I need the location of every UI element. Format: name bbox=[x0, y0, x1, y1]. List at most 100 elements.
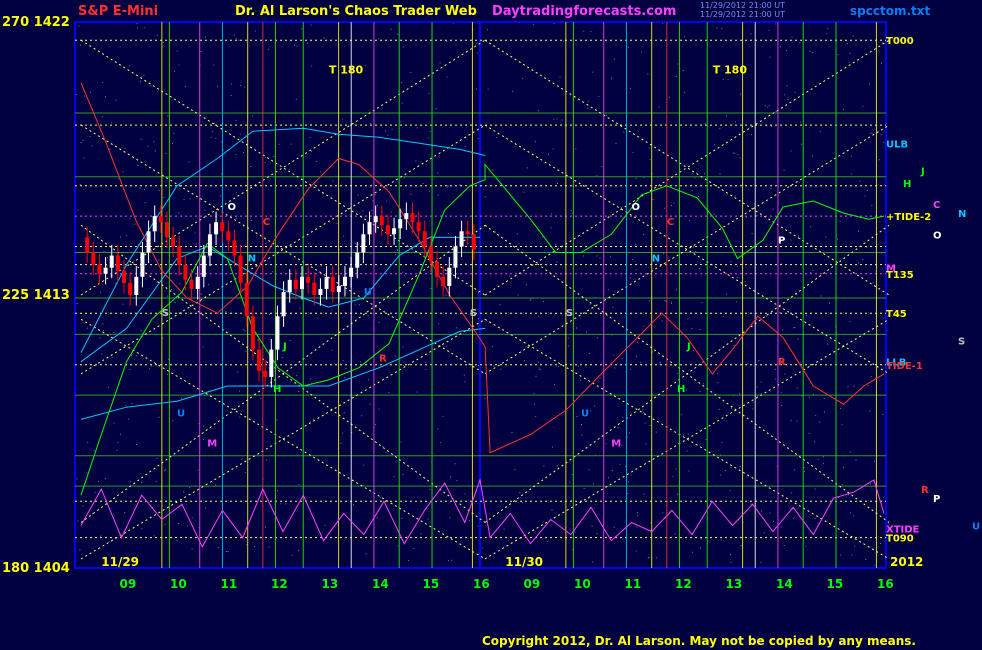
background-dot bbox=[139, 187, 141, 189]
background-dot bbox=[309, 137, 311, 138]
background-dot bbox=[176, 50, 178, 52]
background-dot bbox=[140, 330, 142, 331]
background-dot bbox=[670, 303, 672, 304]
chart-canvas: 270 1422 225 1413 180 1404 09 10 11 12 13 14 15 16… bbox=[2, 15, 980, 591]
background-dot bbox=[645, 443, 647, 445]
price-candle bbox=[379, 216, 384, 226]
background-dot bbox=[401, 82, 403, 84]
background-dot bbox=[761, 510, 762, 512]
background-dot bbox=[128, 65, 130, 67]
background-dot bbox=[141, 481, 143, 483]
background-dot bbox=[881, 63, 882, 65]
background-dot bbox=[533, 392, 535, 394]
background-dot bbox=[737, 154, 739, 156]
background-dot bbox=[107, 257, 108, 259]
background-dot bbox=[117, 178, 119, 180]
background-dot bbox=[655, 431, 657, 433]
background-dot bbox=[722, 315, 724, 317]
background-dot bbox=[788, 502, 790, 504]
background-dot bbox=[736, 301, 738, 303]
background-dot bbox=[435, 108, 437, 110]
background-dot bbox=[410, 193, 412, 195]
planet-marker-label: M bbox=[611, 439, 621, 450]
background-dot bbox=[397, 33, 399, 35]
background-dot bbox=[82, 139, 84, 141]
background-dot bbox=[555, 244, 557, 246]
background-dot bbox=[115, 99, 117, 101]
background-dot bbox=[100, 291, 102, 293]
background-dot bbox=[163, 196, 165, 198]
background-dot bbox=[174, 70, 176, 72]
background-dot bbox=[116, 449, 118, 451]
background-dot bbox=[468, 520, 470, 522]
background-dot bbox=[129, 217, 131, 219]
background-dot bbox=[464, 493, 466, 495]
background-dot bbox=[580, 379, 582, 381]
background-dot bbox=[676, 289, 678, 291]
background-dot bbox=[204, 209, 206, 211]
background-dot bbox=[397, 249, 398, 251]
background-dot bbox=[422, 183, 424, 184]
planet-marker-label: U bbox=[177, 408, 185, 419]
background-dot bbox=[360, 361, 361, 363]
background-dot bbox=[136, 444, 138, 445]
planet-marker-label: R bbox=[379, 354, 387, 365]
background-dot bbox=[871, 132, 873, 134]
background-dot bbox=[437, 172, 439, 174]
background-dot bbox=[342, 360, 344, 362]
price-candle bbox=[471, 234, 476, 250]
background-dot bbox=[686, 450, 688, 452]
background-dot bbox=[343, 235, 345, 237]
background-dot bbox=[608, 477, 609, 479]
background-dot bbox=[231, 83, 233, 85]
background-dot bbox=[111, 122, 113, 124]
background-dot bbox=[126, 235, 128, 237]
background-dot bbox=[756, 386, 758, 388]
background-dot bbox=[810, 226, 812, 228]
background-dot bbox=[837, 238, 838, 240]
site-name[interactable]: Daytradingforecasts.com bbox=[492, 4, 676, 19]
background-dot bbox=[114, 282, 116, 284]
background-dot bbox=[804, 470, 805, 472]
planet-marker-label: U bbox=[581, 408, 589, 419]
background-dot bbox=[429, 190, 430, 192]
background-dot bbox=[734, 195, 736, 197]
background-dot bbox=[726, 115, 727, 117]
background-dot bbox=[590, 31, 592, 32]
background-dot bbox=[774, 368, 776, 370]
background-dot bbox=[402, 271, 404, 273]
background-dot bbox=[713, 214, 715, 216]
background-dot bbox=[402, 474, 404, 475]
background-dot bbox=[122, 303, 124, 305]
background-dot bbox=[794, 327, 796, 329]
chart-title: Dr. Al Larson's Chaos Trader Web bbox=[235, 4, 477, 19]
price-candle bbox=[398, 219, 403, 229]
background-dot bbox=[442, 415, 444, 417]
indicator-line-5 bbox=[80, 478, 885, 548]
background-dot bbox=[648, 300, 650, 302]
background-dot bbox=[716, 27, 718, 29]
background-dot bbox=[402, 46, 404, 48]
price-candle bbox=[287, 279, 292, 292]
side-planet-label: S bbox=[958, 337, 965, 348]
background-dot bbox=[809, 50, 811, 52]
background-dot bbox=[551, 509, 553, 511]
background-dot bbox=[734, 152, 736, 154]
price-candle bbox=[97, 264, 102, 274]
background-dot bbox=[171, 289, 172, 291]
price-candle bbox=[300, 276, 305, 289]
background-dot bbox=[534, 141, 536, 143]
background-dot bbox=[574, 531, 576, 533]
background-dot bbox=[870, 376, 872, 378]
background-dot bbox=[186, 525, 188, 527]
background-dot bbox=[691, 551, 693, 553]
background-dot bbox=[530, 298, 532, 300]
background-dot bbox=[550, 227, 552, 229]
background-dot bbox=[548, 153, 549, 155]
background-dot bbox=[521, 501, 523, 503]
background-dot bbox=[570, 210, 572, 211]
background-dot bbox=[675, 468, 677, 470]
background-dot bbox=[581, 434, 583, 436]
background-dot bbox=[588, 469, 590, 471]
background-dot bbox=[89, 135, 91, 137]
